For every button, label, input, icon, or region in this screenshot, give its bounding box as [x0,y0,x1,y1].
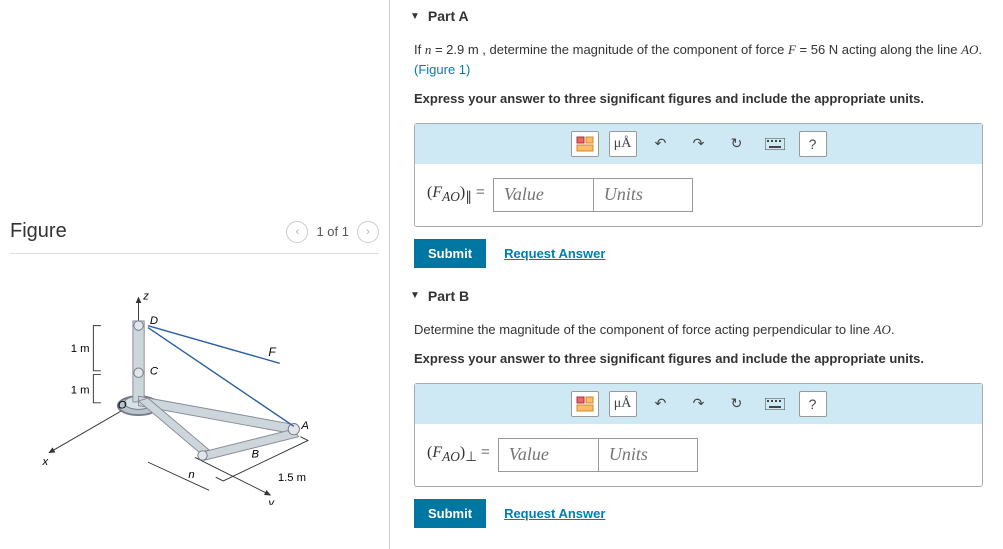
redo-icon[interactable]: ↷ [685,391,713,417]
part-a-request-answer-link[interactable]: Request Answer [504,246,605,261]
part-a-submit-button[interactable]: Submit [414,239,486,268]
part-a-answer-box: μÅ ↶ ↷ ↻ ? (FAO)∥ = [414,123,983,227]
help-icon[interactable]: ? [799,131,827,157]
figure-counter: 1 of 1 [316,224,349,239]
left-panel: Figure ‹ 1 of 1 › z x y [0,0,390,549]
part-a-prompt: If n = 2.9 m , determine the magnitude o… [414,40,983,79]
redo-icon[interactable]: ↷ [685,131,713,157]
part-a-collapse-icon[interactable]: ▼ [410,11,420,22]
figure-1-link[interactable]: (Figure 1) [414,62,470,77]
dim-1m-a: 1 m [70,343,89,355]
part-b: ▼ Part B Determine the magnitude of the … [410,288,983,528]
part-b-answer-box: μÅ ↶ ↷ ↻ ? (FAO)⊥ = [414,383,983,487]
part-b-instruction: Express your answer to three significant… [414,349,983,369]
axis-x-label: x [41,456,48,468]
part-a-eq-label: (FAO)∥ = [427,184,485,205]
point-D-label: D [149,315,157,327]
figure-canvas: z x y [10,254,379,539]
right-panel: ▼ Part A If n = 2.9 m , determine the ma… [390,0,1003,549]
figure-next-button[interactable]: › [357,221,379,243]
keyboard-icon[interactable] [761,131,789,157]
part-b-eq-label: (FAO)⊥ = [427,444,490,465]
part-b-units-input[interactable] [598,438,698,472]
keyboard-icon[interactable] [761,391,789,417]
axis-z-label: z [142,291,149,303]
part-b-title: Part B [428,288,469,304]
part-b-collapse-icon[interactable]: ▼ [410,290,420,301]
part-a: ▼ Part A If n = 2.9 m , determine the ma… [410,8,983,268]
part-b-submit-button[interactable]: Submit [414,499,486,528]
figure-title: Figure [10,220,67,243]
reset-icon[interactable]: ↻ [723,131,751,157]
part-b-toolbar: μÅ ↶ ↷ ↻ ? [415,384,982,424]
dim-1m-b: 1 m [70,385,89,397]
part-a-title: Part A [428,8,469,24]
reset-icon[interactable]: ↻ [723,391,751,417]
figure-header: Figure ‹ 1 of 1 › [10,220,379,254]
part-b-request-answer-link[interactable]: Request Answer [504,506,605,521]
axis-y-label: y [267,498,275,505]
help-icon[interactable]: ? [799,391,827,417]
special-chars-icon[interactable]: μÅ [609,391,637,417]
force-F-label: F [268,345,277,359]
format-template-icon[interactable] [571,131,599,157]
point-O-label: O [117,400,126,412]
part-b-prompt: Determine the magnitude of the component… [414,320,983,340]
part-a-toolbar: μÅ ↶ ↷ ↻ ? [415,124,982,164]
point-C-label: C [149,366,158,378]
point-A-label: A [300,420,309,432]
dim-1.5m: 1.5 m [277,472,305,484]
part-b-value-input[interactable] [498,438,598,472]
undo-icon[interactable]: ↶ [647,391,675,417]
format-template-icon[interactable] [571,391,599,417]
part-a-instruction: Express your answer to three significant… [414,89,983,109]
figure-nav: ‹ 1 of 1 › [286,221,379,243]
part-a-units-input[interactable] [593,178,693,212]
point-B-label: B [251,449,259,461]
figure-svg: z x y [35,288,355,504]
special-chars-icon[interactable]: μÅ [609,131,637,157]
part-a-value-input[interactable] [493,178,593,212]
undo-icon[interactable]: ↶ [647,131,675,157]
dim-n-label: n [188,469,194,481]
figure-prev-button[interactable]: ‹ [286,221,308,243]
